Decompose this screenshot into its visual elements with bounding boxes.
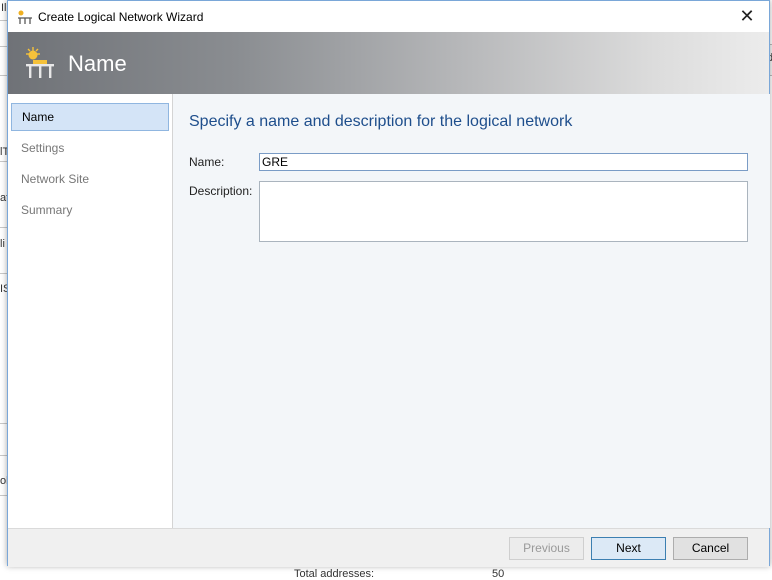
total-addresses-value: 50 bbox=[492, 568, 505, 580]
page-title: Name bbox=[68, 51, 127, 76]
title-bar[interactable]: Create Logical Network Wizard ✕ bbox=[8, 1, 769, 32]
description-field[interactable] bbox=[259, 181, 748, 242]
close-icon: ✕ bbox=[739, 6, 755, 26]
section-heading: Specify a name and description for the l… bbox=[189, 113, 573, 130]
sidebar-item-label: Network Site bbox=[21, 172, 90, 186]
next-button[interactable]: Next bbox=[591, 537, 666, 560]
sidebar-item-label: Summary bbox=[21, 203, 73, 217]
name-label: Name: bbox=[189, 155, 225, 169]
window-title: Create Logical Network Wizard bbox=[38, 10, 204, 24]
name-field[interactable] bbox=[259, 153, 748, 171]
sidebar-item-name[interactable]: Name bbox=[11, 103, 169, 131]
sidebar-item-settings[interactable]: Settings bbox=[11, 135, 169, 163]
wizard-steps-sidebar: Name Settings Network Site Summary bbox=[8, 94, 173, 528]
total-addresses-label: Total addresses: bbox=[294, 568, 375, 580]
logical-network-icon bbox=[26, 47, 54, 78]
sidebar-item-label: Settings bbox=[21, 141, 65, 155]
wizard-content: Specify a name and description for the l… bbox=[173, 94, 770, 528]
description-label: Description: bbox=[189, 184, 253, 198]
background-text: li bbox=[0, 238, 5, 250]
sidebar-item-network-site[interactable]: Network Site bbox=[11, 166, 169, 194]
previous-button[interactable]: Previous bbox=[509, 537, 584, 560]
sidebar-item-summary[interactable]: Summary bbox=[11, 197, 169, 225]
create-logical-network-wizard: Create Logical Network Wizard ✕ Name Nam… bbox=[7, 0, 770, 567]
logical-network-icon bbox=[18, 10, 32, 24]
cancel-button[interactable]: Cancel bbox=[673, 537, 748, 560]
wizard-footer: Previous Next Cancel bbox=[8, 528, 769, 567]
close-button[interactable]: ✕ bbox=[725, 1, 769, 32]
sidebar-item-label: Name bbox=[22, 110, 55, 124]
wizard-body: Name Settings Network Site Summary Speci… bbox=[8, 94, 770, 528]
background-text: Il bbox=[1, 2, 7, 14]
page-banner: Name bbox=[8, 32, 769, 94]
